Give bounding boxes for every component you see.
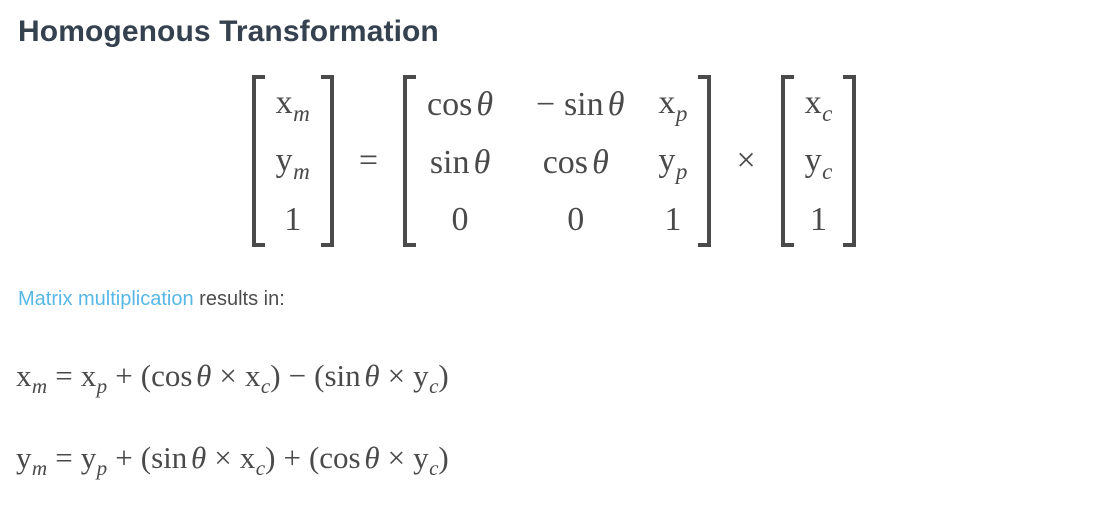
variable-base: x: [16, 358, 32, 393]
variable-subscript: p: [675, 100, 688, 127]
cos-function: cos: [427, 85, 473, 123]
equals-sign: =: [55, 439, 73, 475]
matrix-cell-r1c3: xp: [658, 75, 687, 133]
variable-base: 1: [809, 200, 827, 238]
variable-subscript: c: [822, 100, 833, 127]
right-bracket-icon: [697, 75, 714, 247]
variable-base: x: [239, 439, 256, 475]
theta-symbol: θ: [476, 85, 494, 123]
open-paren: (: [308, 439, 320, 475]
close-paren: ): [265, 439, 276, 475]
right-bracket-icon: [842, 75, 859, 247]
matrix-cell-r2c1: sin θ: [430, 135, 490, 190]
left-bracket-icon: [249, 75, 266, 247]
lead-paragraph: Matrix multiplication results in:: [0, 276, 1108, 314]
multiplication-sign: ×: [214, 439, 232, 475]
variable-subscript: p: [96, 455, 108, 480]
right-bracket-icon: [320, 75, 337, 247]
sin-function: sin: [324, 358, 361, 393]
close-paren: ): [438, 439, 449, 475]
variable-base: y: [80, 439, 97, 475]
close-paren: ): [270, 358, 281, 393]
matrix-multiplication-link[interactable]: Matrix multiplication: [18, 288, 194, 310]
result-vector-cell-1: xm: [276, 75, 310, 133]
page-title: Homogenous Transformation: [18, 15, 439, 48]
theta-symbol: θ: [196, 358, 212, 393]
variable-base: y: [275, 142, 293, 180]
multiplication-sign: ×: [387, 439, 406, 475]
variable-base: x: [80, 358, 97, 393]
close-paren: ): [438, 358, 449, 393]
variable-subscript: c: [255, 455, 266, 480]
variable-base: y: [413, 439, 429, 475]
matrix-equation: xm ym 1 = cos θ − sin θ xp sin θ cos θ y…: [0, 66, 1108, 256]
variable-subscript: c: [822, 158, 833, 185]
matrix-cell-r3c2: 0: [567, 200, 585, 238]
result-vector-cell-3: 1: [284, 192, 301, 247]
variable-base: y: [16, 439, 32, 475]
matrix-cell-r1c1: cos θ: [427, 77, 493, 132]
theta-symbol: θ: [190, 439, 207, 475]
variable-subscript: p: [96, 373, 108, 398]
left-bracket-icon: [778, 75, 795, 247]
open-paren: (: [140, 358, 152, 393]
open-paren: (: [140, 439, 152, 475]
cos-function: cos: [319, 439, 361, 475]
variable-subscript: m: [31, 373, 48, 398]
variable-base: y: [658, 142, 676, 180]
variable-subscript: c: [260, 373, 271, 398]
variable-base: y: [804, 142, 822, 180]
input-vector-cell-2: yc: [805, 133, 833, 191]
lead-paragraph-rest: results in:: [193, 288, 285, 310]
equals-sign: =: [55, 358, 73, 393]
sin-function: sin: [563, 85, 604, 123]
left-bracket-icon: [400, 75, 417, 247]
multiplication-sign: ×: [736, 142, 756, 179]
multiplication-sign: ×: [387, 358, 406, 393]
plus-sign: +: [115, 439, 133, 475]
theta-symbol: θ: [364, 358, 380, 393]
theta-symbol: θ: [364, 439, 380, 475]
minus-sign: −: [535, 85, 556, 123]
variable-base: x: [658, 84, 676, 122]
variable-subscript: m: [293, 158, 310, 185]
input-vector-cell-1: xc: [805, 75, 833, 133]
theta-symbol: θ: [473, 143, 491, 181]
variable-base: x: [804, 84, 822, 122]
result-vector: xm ym 1: [249, 75, 337, 247]
theta-symbol: θ: [592, 143, 609, 181]
transform-matrix: cos θ − sin θ xp sin θ cos θ yp 0 0 1: [400, 75, 714, 247]
matrix-cell-r3c1: 0: [451, 200, 469, 238]
matrix-cell-r1c2: − sin θ: [527, 77, 624, 132]
variable-base: x: [275, 84, 293, 122]
matrix-cell-r2c2: cos θ: [543, 135, 609, 190]
matrix-cell-r3c3: 1: [664, 200, 682, 238]
input-vector-cell-3: 1: [810, 192, 827, 247]
input-vector: xc yc 1: [778, 75, 860, 247]
multiplication-sign: ×: [219, 358, 237, 393]
sin-function: sin: [151, 439, 188, 475]
minus-sign: −: [288, 358, 307, 393]
theta-symbol: θ: [607, 85, 625, 123]
sin-function: sin: [429, 143, 470, 181]
x-equation: xm = xp + (cos θ × xc) − (sin θ × yc): [0, 358, 1108, 398]
cos-function: cos: [151, 358, 193, 393]
matrix-cell-r2c3: yp: [658, 133, 687, 191]
plus-sign: +: [115, 358, 133, 393]
result-vector-cell-2: ym: [276, 133, 310, 191]
cos-function: cos: [542, 143, 589, 181]
open-paren: (: [314, 358, 325, 393]
variable-subscript: m: [293, 100, 310, 127]
equals-sign: =: [358, 142, 378, 179]
variable-base: 1: [284, 200, 302, 238]
variable-subscript: p: [675, 158, 688, 185]
variable-base: x: [244, 358, 261, 393]
variable-base: y: [413, 358, 429, 393]
y-equation: ym = yp + (sin θ × xc) + (cos θ × yc): [0, 439, 1108, 480]
variable-subscript: m: [31, 455, 48, 480]
plus-sign: +: [283, 439, 301, 475]
